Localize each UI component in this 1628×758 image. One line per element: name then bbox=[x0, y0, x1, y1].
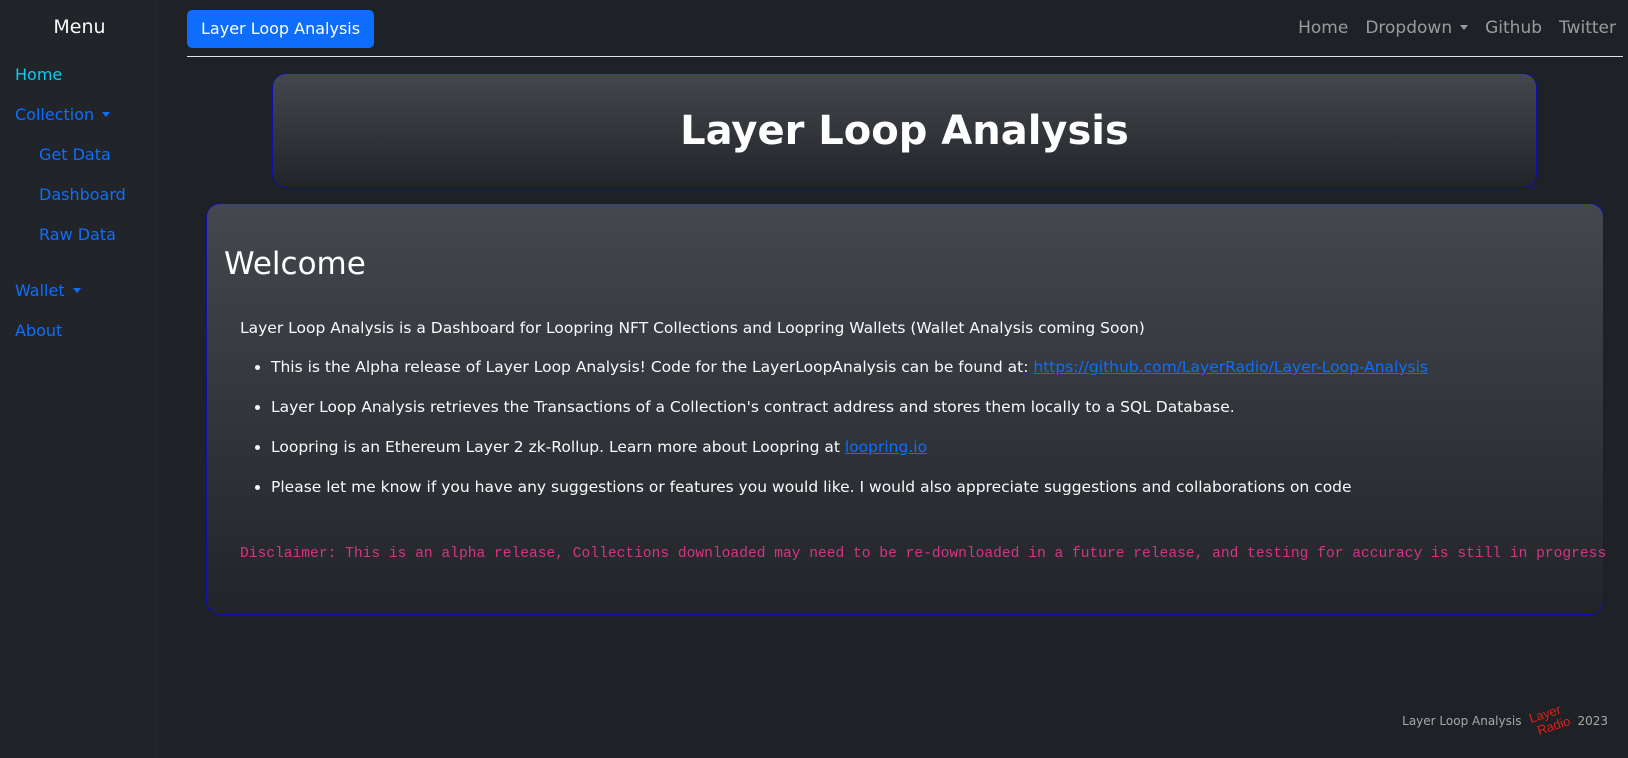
loopring-link[interactable]: loopring.io bbox=[845, 438, 927, 456]
feature-list: This is the Alpha release of Layer Loop … bbox=[239, 356, 1589, 516]
disclaimer-text: Disclaimer: This is an alpha release, Co… bbox=[240, 546, 1607, 562]
list-item-text: Loopring is an Ethereum Layer 2 zk-Rollu… bbox=[271, 438, 845, 456]
nav-dropdown-toggle[interactable]: Dropdown bbox=[1365, 18, 1469, 38]
brand-button[interactable]: Layer Loop Analysis bbox=[187, 10, 375, 48]
nav-home-link[interactable]: Home bbox=[1298, 18, 1348, 38]
caret-down-icon bbox=[102, 112, 111, 117]
footer: Layer Loop Analysis Layer Radio 2023 bbox=[1402, 704, 1608, 738]
sidebar-item-dashboard[interactable]: Dashboard bbox=[39, 185, 126, 204]
list-item-text: This is the Alpha release of Layer Loop … bbox=[271, 358, 1034, 376]
footer-text: Layer Loop Analysis bbox=[1402, 714, 1522, 728]
sidebar-item-collection[interactable]: Collection bbox=[15, 105, 111, 124]
list-item-text: Layer Loop Analysis retrieves the Transa… bbox=[271, 398, 1235, 416]
nav-github-link[interactable]: Github bbox=[1485, 18, 1542, 38]
sidebar: Menu Home Collection Get Data Dashboard … bbox=[0, 0, 159, 758]
welcome-heading: Welcome bbox=[224, 246, 366, 282]
page-title: Layer Loop Analysis bbox=[680, 107, 1129, 154]
layer-radio-logo: Layer Radio bbox=[1527, 704, 1572, 738]
footer-year: 2023 bbox=[1577, 714, 1608, 728]
welcome-card: Welcome Layer Loop Analysis is a Dashboa… bbox=[206, 203, 1607, 615]
sidebar-item-wallet[interactable]: Wallet bbox=[15, 281, 81, 300]
sidebar-item-collection-label: Collection bbox=[15, 105, 95, 124]
top-nav: Home Dropdown Github Twitter bbox=[1298, 18, 1616, 38]
list-item: Please let me know if you have any sugge… bbox=[271, 476, 1589, 516]
github-repo-link[interactable]: https://github.com/LayerRadio/Layer-Loop… bbox=[1033, 358, 1428, 376]
sidebar-item-raw-data[interactable]: Raw Data bbox=[39, 225, 116, 244]
navbar-divider bbox=[187, 56, 1623, 57]
sidebar-title: Menu bbox=[53, 16, 106, 38]
list-item-text: Please let me know if you have any sugge… bbox=[271, 478, 1352, 496]
sidebar-item-about[interactable]: About bbox=[15, 321, 62, 340]
intro-text: Layer Loop Analysis is a Dashboard for L… bbox=[240, 319, 1145, 337]
sidebar-item-get-data[interactable]: Get Data bbox=[39, 145, 111, 164]
sidebar-item-home[interactable]: Home bbox=[15, 65, 62, 84]
list-item: Layer Loop Analysis retrieves the Transa… bbox=[271, 396, 1589, 436]
list-item: This is the Alpha release of Layer Loop … bbox=[271, 356, 1589, 396]
header-card: Layer Loop Analysis bbox=[272, 73, 1537, 188]
caret-down-icon bbox=[1460, 25, 1469, 30]
caret-down-icon bbox=[72, 288, 81, 293]
nav-dropdown-label: Dropdown bbox=[1365, 18, 1453, 38]
sidebar-item-wallet-label: Wallet bbox=[15, 281, 65, 300]
nav-twitter-link[interactable]: Twitter bbox=[1559, 18, 1616, 38]
list-item: Loopring is an Ethereum Layer 2 zk-Rollu… bbox=[271, 436, 1589, 476]
